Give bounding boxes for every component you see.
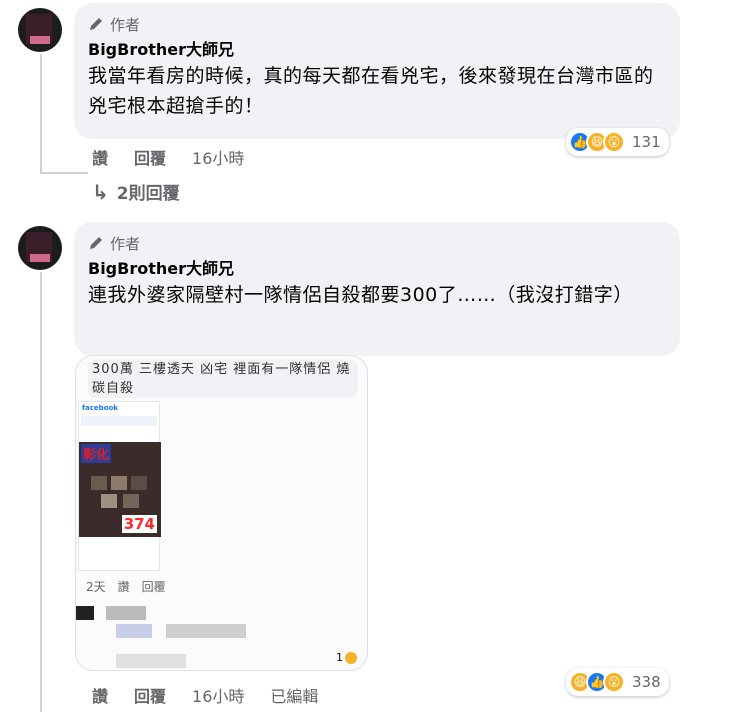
thread-line — [40, 272, 42, 712]
reaction-summary[interactable]: 😆 👍 😮 338 — [566, 668, 669, 696]
blurred-region — [166, 624, 246, 638]
comment-attachment-image[interactable]: 300萬 三樓透天 凶宅 裡面有一隊情侶 燒碳自殺 facebook 彰化 37… — [75, 355, 368, 671]
timestamp[interactable]: 16小時 — [192, 145, 244, 169]
attachment-meta-reply: 回覆 — [141, 580, 166, 594]
view-replies-label: 2則回覆 — [116, 184, 180, 204]
comment-actions: 讚 回覆 16小時 — [92, 145, 244, 169]
author-badge: 作者 — [88, 232, 666, 254]
reaction-count: 131 — [632, 133, 661, 151]
blurred-region — [76, 606, 94, 620]
comment-text: 我當年看房的時候，真的每天都在看兇宅，後來發現在台灣市區的兇宅根本超搶手的！ — [88, 65, 654, 117]
thread-line-elbow — [40, 172, 88, 174]
thread-line — [40, 54, 42, 174]
blurred-region — [91, 476, 107, 490]
edited-label[interactable]: 已編輯 — [270, 683, 318, 707]
reply-link[interactable]: 回覆 — [134, 145, 166, 169]
avatar-image-detail — [30, 254, 50, 262]
pencil-icon — [90, 18, 102, 30]
attachment-meta-time: 2天 — [86, 580, 106, 594]
author-badge-label: 作者 — [110, 234, 141, 253]
pencil-icon — [90, 237, 102, 249]
like-link[interactable]: 讚 — [92, 145, 108, 169]
avatar[interactable] — [18, 226, 62, 270]
attachment-app-name: facebook — [82, 404, 118, 412]
reaction-summary[interactable]: 👍 😆 😮 131 — [566, 128, 669, 156]
attachment-image-title: 彰化 — [81, 444, 112, 463]
blurred-region — [106, 606, 146, 620]
attachment-phone-screenshot: facebook 彰化 374 — [78, 401, 161, 571]
attachment-reaction-number: 1 — [336, 651, 343, 664]
blurred-region — [111, 476, 127, 490]
blurred-region — [123, 494, 139, 508]
reply-link[interactable]: 回覆 — [134, 683, 166, 707]
blurred-region — [131, 476, 147, 490]
blurred-region — [116, 654, 186, 668]
attachment-nav-icons — [81, 416, 157, 426]
view-replies[interactable]: ↳ 2則回覆 — [92, 179, 180, 205]
avatar[interactable] — [18, 8, 62, 52]
attachment-post-image: 彰化 374 — [79, 442, 161, 537]
comment-actions: 讚 回覆 16小時 已編輯 — [92, 683, 318, 707]
attachment-caption: 300萬 三樓透天 凶宅 裡面有一隊情侶 燒碳自殺 — [88, 360, 358, 398]
blurred-region — [116, 624, 152, 638]
wow-icon: 😮 — [603, 671, 625, 693]
author-badge: 作者 — [88, 13, 666, 35]
timestamp[interactable]: 16小時 — [192, 683, 244, 707]
like-link[interactable]: 讚 — [92, 683, 108, 707]
commenter-name[interactable]: BigBrother大師兄 — [88, 39, 666, 61]
attachment-reaction-count: 1 — [336, 651, 357, 664]
avatar-image-detail — [30, 36, 50, 44]
reply-arrow-icon: ↳ — [92, 179, 109, 204]
commenter-name[interactable]: BigBrother大師兄 — [88, 258, 666, 280]
comment-text: 連我外婆家隔壁村一隊情侶自殺都要300了……（我沒打錯字） — [88, 284, 633, 306]
blurred-region — [101, 494, 117, 508]
comment-bubble: 作者 BigBrother大師兄 我當年看房的時候，真的每天都在看兇宅，後來發現… — [74, 3, 680, 139]
haha-icon — [345, 651, 357, 664]
attachment-meta-like: 讚 — [117, 580, 130, 594]
reaction-count: 338 — [632, 673, 661, 691]
attachment-meta: 2天 讚 回覆 — [86, 578, 166, 595]
author-badge-label: 作者 — [110, 15, 141, 34]
comment-bubble: 作者 BigBrother大師兄 連我外婆家隔壁村一隊情侶自殺都要300了……（… — [74, 222, 680, 356]
attachment-image-price: 374 — [121, 515, 157, 533]
wow-icon: 😮 — [603, 131, 625, 153]
